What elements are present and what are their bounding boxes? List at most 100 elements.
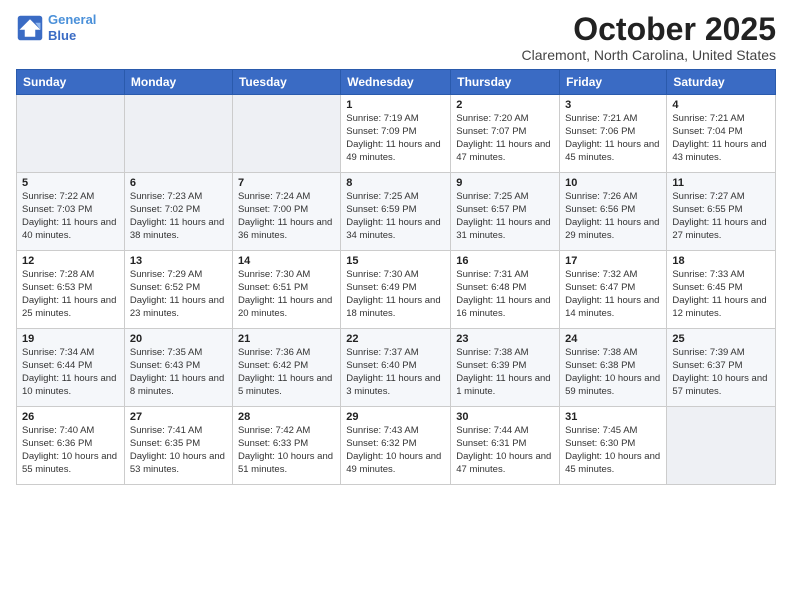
day-cell: 9 Sunrise: 7:25 AM Sunset: 6:57 PM Daylig…: [451, 173, 560, 251]
day-info: Sunrise: 7:27 AM Sunset: 6:55 PM Dayligh…: [672, 191, 770, 242]
day-cell: 4 Sunrise: 7:21 AM Sunset: 7:04 PM Daylig…: [667, 95, 776, 173]
day-cell: 16 Sunrise: 7:31 AM Sunset: 6:48 PM Dayli…: [451, 251, 560, 329]
day-info: Sunrise: 7:25 AM Sunset: 6:59 PM Dayligh…: [346, 191, 445, 242]
weekday-wednesday: Wednesday: [341, 70, 451, 95]
day-info: Sunrise: 7:30 AM Sunset: 6:51 PM Dayligh…: [238, 269, 335, 320]
day-cell: 12Sunrise: 7:28 AM Sunset: 6:53 PM Dayli…: [17, 251, 125, 329]
month-title: October 2025: [522, 12, 776, 47]
day-info: Sunrise: 7:26 AM Sunset: 6:56 PM Dayligh…: [565, 191, 661, 242]
logo: General Blue: [16, 12, 96, 43]
logo-icon: [16, 14, 44, 42]
day-number: 14: [238, 255, 335, 267]
page-container: General Blue October 2025 Claremont, Nor…: [0, 0, 792, 493]
day-info: Sunrise: 7:38 AM Sunset: 6:38 PM Dayligh…: [565, 347, 661, 398]
day-info: Sunrise: 7:43 AM Sunset: 6:32 PM Dayligh…: [346, 425, 445, 476]
day-info: Sunrise: 7:22 AM Sunset: 7:03 PM Dayligh…: [22, 191, 119, 242]
day-number: 10: [565, 177, 661, 189]
weekday-saturday: Saturday: [667, 70, 776, 95]
day-info: Sunrise: 7:39 AM Sunset: 6:37 PM Dayligh…: [672, 347, 770, 398]
week-row-4: 19Sunrise: 7:34 AM Sunset: 6:44 PM Dayli…: [17, 329, 776, 407]
logo-general: General: [48, 12, 96, 27]
day-info: Sunrise: 7:23 AM Sunset: 7:02 PM Dayligh…: [130, 191, 227, 242]
day-cell: 23Sunrise: 7:38 AM Sunset: 6:39 PM Dayli…: [451, 329, 560, 407]
day-cell: 3 Sunrise: 7:21 AM Sunset: 7:06 PM Daylig…: [560, 95, 667, 173]
logo-blue: Blue: [48, 28, 76, 43]
day-cell: 24Sunrise: 7:38 AM Sunset: 6:38 PM Dayli…: [560, 329, 667, 407]
day-cell: 30 Sunrise: 7:44 AM Sunset: 6:31 PM Dayli…: [451, 407, 560, 485]
day-info: Sunrise: 7:35 AM Sunset: 6:43 PM Dayligh…: [130, 347, 227, 398]
day-number: 1: [346, 99, 445, 111]
day-number: 12: [22, 255, 119, 267]
day-info: Sunrise: 7:21 AM Sunset: 7:06 PM Dayligh…: [565, 113, 661, 164]
day-number: 18: [672, 255, 770, 267]
day-info: Sunrise: 7:44 AM Sunset: 6:31 PM Dayligh…: [456, 425, 554, 476]
day-number: 4: [672, 99, 770, 111]
weekday-friday: Friday: [560, 70, 667, 95]
weekday-thursday: Thursday: [451, 70, 560, 95]
weekday-tuesday: Tuesday: [232, 70, 340, 95]
day-cell: 10 Sunrise: 7:26 AM Sunset: 6:56 PM Dayli…: [560, 173, 667, 251]
day-cell: [124, 95, 232, 173]
day-info: Sunrise: 7:19 AM Sunset: 7:09 PM Dayligh…: [346, 113, 445, 164]
day-info: Sunrise: 7:34 AM Sunset: 6:44 PM Dayligh…: [22, 347, 119, 398]
day-number: 20: [130, 333, 227, 345]
day-number: 9: [456, 177, 554, 189]
day-info: Sunrise: 7:32 AM Sunset: 6:47 PM Dayligh…: [565, 269, 661, 320]
day-number: 31: [565, 411, 661, 423]
day-number: 30: [456, 411, 554, 423]
day-cell: 22Sunrise: 7:37 AM Sunset: 6:40 PM Dayli…: [341, 329, 451, 407]
week-row-2: 5 Sunrise: 7:22 AM Sunset: 7:03 PM Daylig…: [17, 173, 776, 251]
day-cell: 13 Sunrise: 7:29 AM Sunset: 6:52 PM Dayli…: [124, 251, 232, 329]
week-row-1: 1 Sunrise: 7:19 AM Sunset: 7:09 PM Daylig…: [17, 95, 776, 173]
day-info: Sunrise: 7:38 AM Sunset: 6:39 PM Dayligh…: [456, 347, 554, 398]
day-number: 21: [238, 333, 335, 345]
header: General Blue October 2025 Claremont, Nor…: [16, 12, 776, 63]
day-cell: 20 Sunrise: 7:35 AM Sunset: 6:43 PM Dayli…: [124, 329, 232, 407]
day-info: Sunrise: 7:21 AM Sunset: 7:04 PM Dayligh…: [672, 113, 770, 164]
day-info: Sunrise: 7:24 AM Sunset: 7:00 PM Dayligh…: [238, 191, 335, 242]
day-cell: [667, 407, 776, 485]
weekday-monday: Monday: [124, 70, 232, 95]
day-number: 29: [346, 411, 445, 423]
day-cell: 8 Sunrise: 7:25 AM Sunset: 6:59 PM Daylig…: [341, 173, 451, 251]
day-cell: 21 Sunrise: 7:36 AM Sunset: 6:42 PM Dayli…: [232, 329, 340, 407]
day-cell: 2Sunrise: 7:20 AM Sunset: 7:07 PM Daylig…: [451, 95, 560, 173]
day-cell: 27 Sunrise: 7:41 AM Sunset: 6:35 PM Dayli…: [124, 407, 232, 485]
week-row-5: 26Sunrise: 7:40 AM Sunset: 6:36 PM Dayli…: [17, 407, 776, 485]
day-number: 6: [130, 177, 227, 189]
day-cell: 15 Sunrise: 7:30 AM Sunset: 6:49 PM Dayli…: [341, 251, 451, 329]
day-info: Sunrise: 7:31 AM Sunset: 6:48 PM Dayligh…: [456, 269, 554, 320]
day-number: 17: [565, 255, 661, 267]
day-number: 7: [238, 177, 335, 189]
day-info: Sunrise: 7:29 AM Sunset: 6:52 PM Dayligh…: [130, 269, 227, 320]
day-number: 3: [565, 99, 661, 111]
day-cell: 19Sunrise: 7:34 AM Sunset: 6:44 PM Dayli…: [17, 329, 125, 407]
day-cell: 17 Sunrise: 7:32 AM Sunset: 6:47 PM Dayli…: [560, 251, 667, 329]
day-cell: 26Sunrise: 7:40 AM Sunset: 6:36 PM Dayli…: [17, 407, 125, 485]
day-cell: 1 Sunrise: 7:19 AM Sunset: 7:09 PM Daylig…: [341, 95, 451, 173]
day-info: Sunrise: 7:37 AM Sunset: 6:40 PM Dayligh…: [346, 347, 445, 398]
title-block: October 2025 Claremont, North Carolina, …: [522, 12, 776, 63]
weekday-header-row: SundayMondayTuesdayWednesdayThursdayFrid…: [17, 70, 776, 95]
day-number: 5: [22, 177, 119, 189]
day-cell: 25 Sunrise: 7:39 AM Sunset: 6:37 PM Dayli…: [667, 329, 776, 407]
day-info: Sunrise: 7:42 AM Sunset: 6:33 PM Dayligh…: [238, 425, 335, 476]
calendar-table: SundayMondayTuesdayWednesdayThursdayFrid…: [16, 69, 776, 485]
day-cell: [17, 95, 125, 173]
day-number: 25: [672, 333, 770, 345]
day-number: 8: [346, 177, 445, 189]
day-cell: 28 Sunrise: 7:42 AM Sunset: 6:33 PM Dayli…: [232, 407, 340, 485]
day-info: Sunrise: 7:30 AM Sunset: 6:49 PM Dayligh…: [346, 269, 445, 320]
day-cell: 5 Sunrise: 7:22 AM Sunset: 7:03 PM Daylig…: [17, 173, 125, 251]
day-number: 27: [130, 411, 227, 423]
day-number: 13: [130, 255, 227, 267]
day-number: 16: [456, 255, 554, 267]
day-info: Sunrise: 7:36 AM Sunset: 6:42 PM Dayligh…: [238, 347, 335, 398]
day-number: 26: [22, 411, 119, 423]
day-info: Sunrise: 7:25 AM Sunset: 6:57 PM Dayligh…: [456, 191, 554, 242]
day-info: Sunrise: 7:20 AM Sunset: 7:07 PM Dayligh…: [456, 113, 554, 164]
day-number: 15: [346, 255, 445, 267]
day-cell: 18Sunrise: 7:33 AM Sunset: 6:45 PM Dayli…: [667, 251, 776, 329]
day-number: 28: [238, 411, 335, 423]
day-info: Sunrise: 7:41 AM Sunset: 6:35 PM Dayligh…: [130, 425, 227, 476]
